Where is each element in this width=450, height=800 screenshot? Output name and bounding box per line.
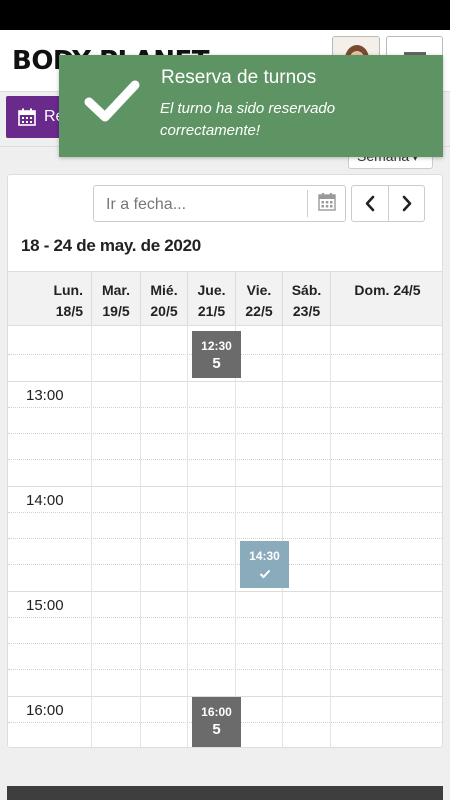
event-time: 14:30: [249, 549, 280, 563]
calendar-card: Ir a fecha... 18 - 24 de may. de 2020 Lu…: [7, 174, 443, 748]
grid-line: [8, 459, 442, 460]
chevron-left-icon: [365, 195, 375, 212]
status-bar: [0, 0, 450, 30]
grid-line: [8, 538, 442, 539]
grid-line-hour: [8, 486, 442, 487]
event-time: 12:30: [201, 339, 232, 353]
event-slot-reserved[interactable]: 14:30: [240, 541, 289, 588]
calendar-icon: [18, 108, 36, 126]
goto-date-placeholder: Ir a fecha...: [106, 196, 187, 213]
day-date: 21/5: [197, 303, 226, 319]
day-header-fri: Vie. 22/5: [235, 272, 282, 326]
grid-line: [8, 433, 442, 434]
event-slot[interactable]: 16:00 5: [192, 697, 241, 747]
day-name: Jue.: [197, 282, 226, 298]
day-header-sat: Sáb. 23/5: [282, 272, 330, 326]
success-toast[interactable]: Reserva de turnos El turno ha sido reser…: [59, 55, 443, 157]
day-name: Lun.: [53, 282, 83, 298]
checkmark-icon: [259, 569, 270, 579]
day-header-tue: Mar. 19/5: [91, 272, 140, 326]
day-date: 18/5: [55, 303, 83, 319]
column-line: [187, 326, 188, 747]
column-line: [91, 326, 92, 747]
grid-line: [8, 512, 442, 513]
previous-week-button[interactable]: [352, 186, 388, 221]
time-label: 15:00: [26, 597, 64, 614]
week-navigation: [351, 185, 425, 222]
grid-line-hour: [8, 591, 442, 592]
time-grid: 13:00 14:00 15:00 16:00 12:30 5 14:30 16…: [8, 326, 442, 747]
grid-line-hour: [8, 381, 442, 382]
checkmark-icon: [84, 80, 140, 122]
day-date: 23/5: [292, 303, 321, 319]
grid-line: [8, 564, 442, 565]
day-date: 24/5: [393, 282, 421, 298]
day-date: 20/5: [150, 303, 178, 319]
day-name: Mié.: [150, 282, 178, 298]
time-label: 14:00: [26, 492, 64, 509]
grid-line: [8, 669, 442, 670]
event-time: 16:00: [201, 705, 232, 719]
calendar-icon: [318, 193, 336, 211]
goto-date-input[interactable]: Ir a fecha...: [93, 185, 346, 222]
column-line: [235, 326, 236, 747]
time-label: 16:00: [26, 702, 64, 719]
time-label: 13:00: [26, 387, 64, 404]
toast-title: Reserva de turnos: [161, 67, 317, 88]
bottom-bar: [7, 786, 443, 800]
day-header-row: Lun. 18/5 Mar. 19/5 Mié. 20/5 Jue. 21/5 …: [8, 272, 442, 326]
event-count: 5: [212, 721, 221, 738]
date-range-title: 18 - 24 de may. de 2020: [21, 236, 201, 255]
event-count: 5: [212, 355, 221, 372]
grid-line: [8, 643, 442, 644]
column-line: [140, 326, 141, 747]
event-slot[interactable]: 12:30 5: [192, 331, 241, 378]
day-header-wed: Mié. 20/5: [140, 272, 187, 326]
day-header-mon: Lun. 18/5: [8, 272, 91, 326]
day-name: Mar.: [101, 282, 130, 298]
day-date: 19/5: [102, 303, 130, 319]
day-date: 22/5: [245, 303, 273, 319]
date-picker-button[interactable]: [307, 190, 345, 217]
chevron-right-icon: [402, 195, 412, 212]
grid-line: [8, 407, 442, 408]
day-name: Vie.: [246, 282, 272, 298]
next-week-button[interactable]: [389, 186, 425, 221]
day-name: Sáb.: [291, 282, 322, 298]
column-line: [282, 326, 283, 747]
column-line: [330, 326, 331, 747]
day-header-sun: Dom. 24/5: [330, 272, 442, 326]
toast-message: El turno ha sido reservado correctamente…: [160, 100, 336, 139]
day-header-thu: Jue. 21/5: [187, 272, 235, 326]
day-name: Dom.: [354, 282, 390, 298]
grid-line: [8, 617, 442, 618]
